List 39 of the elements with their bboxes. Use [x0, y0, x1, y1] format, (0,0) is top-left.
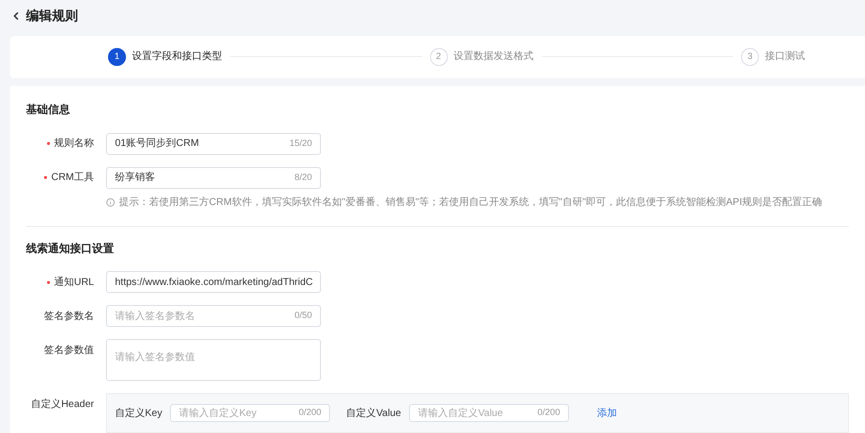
- step-label[interactable]: 接口测试: [765, 49, 805, 64]
- field-value: 纷享销客: [115, 170, 156, 185]
- field-label: 签名参数值: [44, 344, 94, 358]
- field-label: CRM工具: [51, 171, 94, 185]
- text-field[interactable]: 请输入自定义Key 0/200: [170, 404, 330, 422]
- step-label[interactable]: 设置数据发送格式: [454, 49, 534, 64]
- char-counter: 0/200: [538, 406, 560, 420]
- field-placeholder: 请输入签名参数值: [115, 352, 195, 363]
- section-title: 基础信息: [26, 102, 71, 118]
- field-label: 通知URL: [54, 276, 94, 290]
- add-link[interactable]: 添加: [597, 406, 618, 420]
- field-label: 自定义Value: [346, 406, 402, 420]
- step-number: 2: [430, 48, 448, 66]
- text-field[interactable]: 纷享销客 8/20: [106, 166, 321, 188]
- page-title: 编辑规则: [26, 7, 78, 26]
- field-label: 自定义Key: [115, 406, 162, 420]
- field-value: 01账号同步到CRM: [115, 136, 200, 151]
- field-value: https://www.fxiaoke.com/marketing/adThridC: [115, 276, 313, 290]
- text-field[interactable]: https://www.fxiaoke.com/marketing/adThridC: [106, 271, 321, 293]
- text-field[interactable]: 请输入签名参数名 0/50: [106, 305, 321, 327]
- field-label: 自定义Header: [31, 398, 94, 412]
- field-label: 规则名称: [54, 137, 94, 151]
- char-counter: 8/20: [294, 170, 312, 184]
- step-label[interactable]: 设置字段和接口类型: [132, 49, 222, 64]
- field-placeholder: 请输入自定义Value: [418, 406, 504, 420]
- step-number: 3: [741, 48, 759, 66]
- step-number: 1: [108, 48, 126, 66]
- char-counter: 0/50: [294, 309, 312, 322]
- hint-text: 提示：若使用第三方CRM软件，填写实际软件名如"爱番番、销售易"等；若使用自己开发系统，填写"自研"即可，此信息便于系统智能检测API规则是否配置正确: [119, 196, 822, 210]
- field-placeholder: 请输入自定义Key: [179, 406, 258, 420]
- text-field[interactable]: 01账号同步到CRM 15/20: [106, 132, 321, 154]
- char-counter: 15/20: [289, 136, 312, 150]
- field-placeholder: 请输入签名参数名: [115, 310, 196, 324]
- textarea-field[interactable]: 请输入签名参数值: [106, 339, 321, 381]
- section-title: 线索通知接口设置: [26, 242, 115, 256]
- field-label: 签名参数名: [44, 310, 94, 324]
- char-counter: 0/200: [298, 406, 322, 420]
- info-icon: [106, 198, 115, 206]
- text-field[interactable]: 请输入自定义Value 0/200: [409, 404, 570, 422]
